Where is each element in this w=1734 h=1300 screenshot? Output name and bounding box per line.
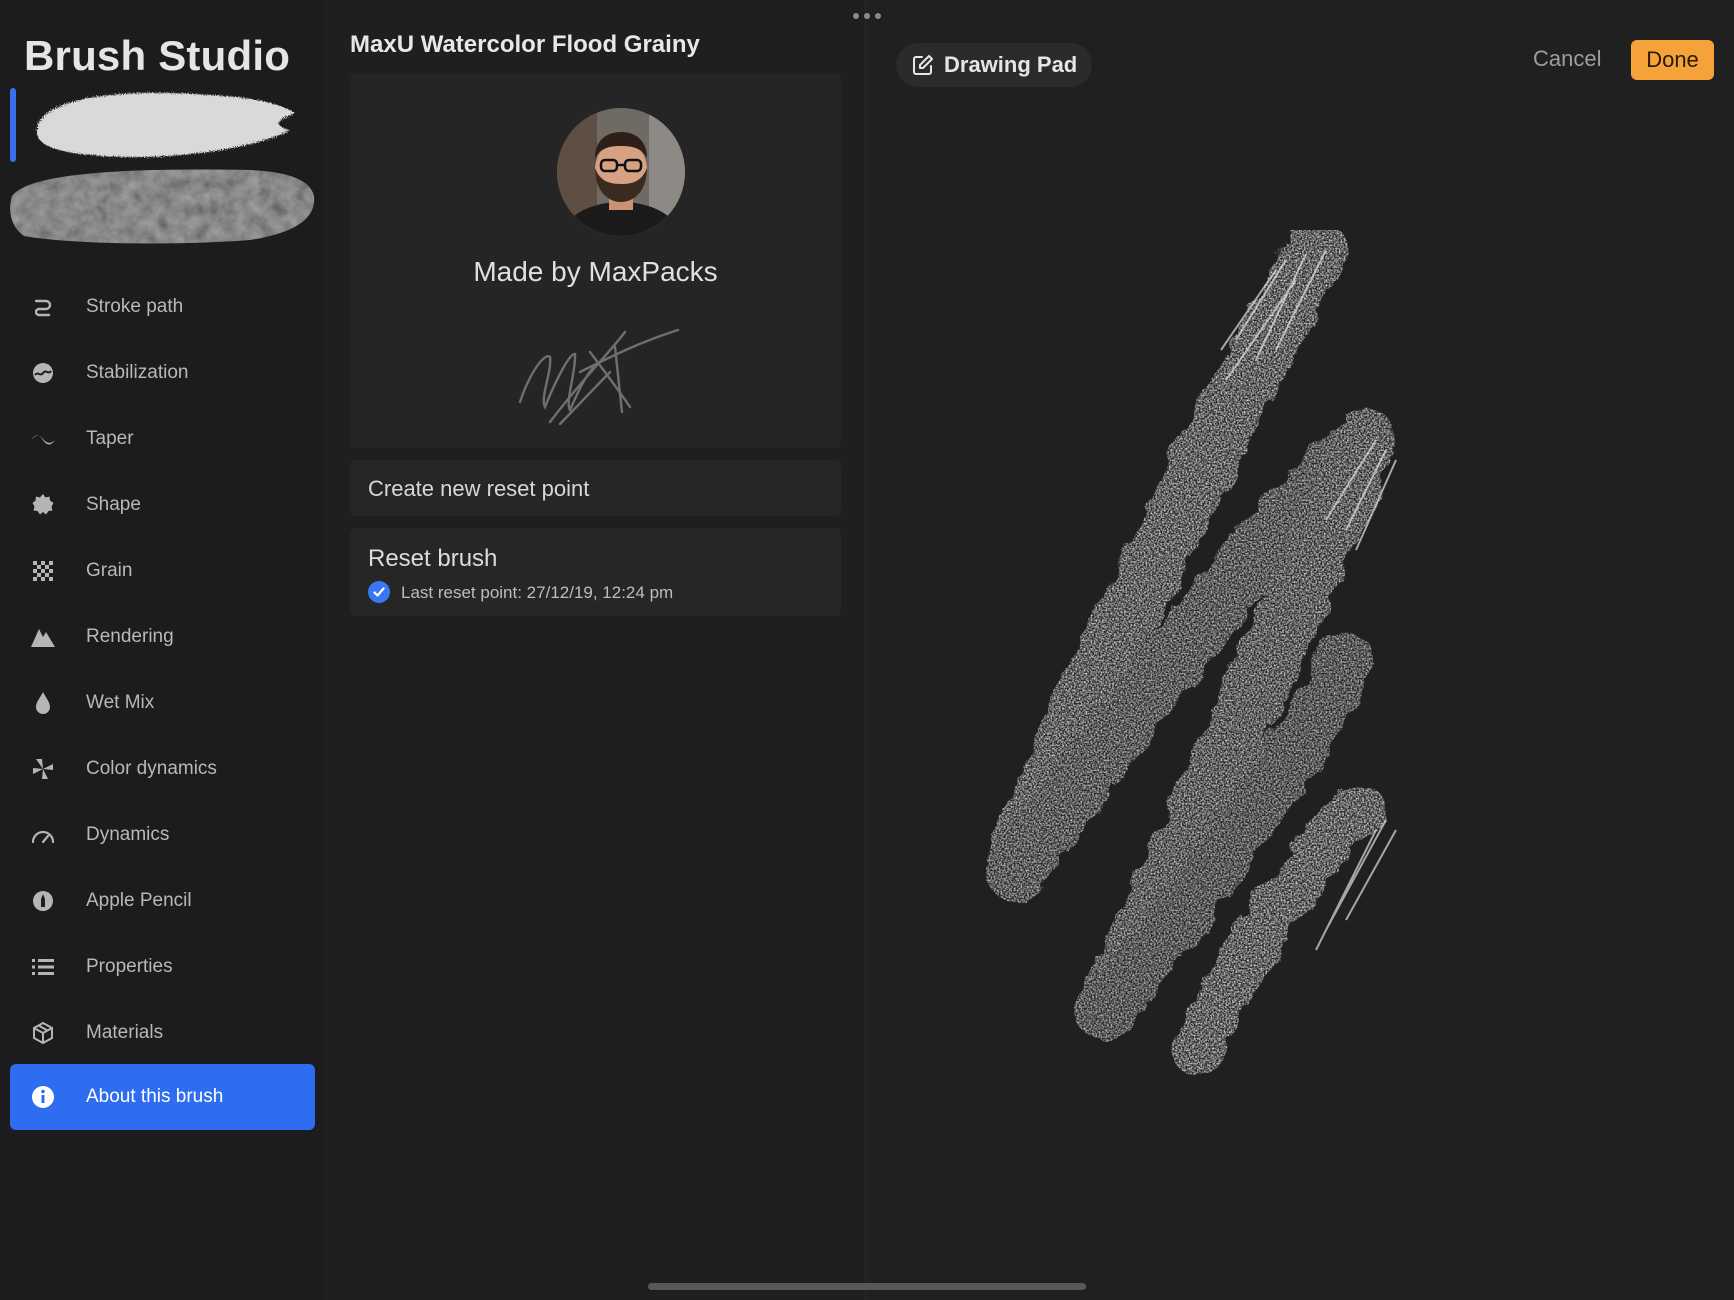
home-indicator — [648, 1283, 1086, 1290]
wet-mix-icon — [29, 689, 57, 717]
author-signature — [518, 328, 680, 426]
sidebar-item-wet-mix[interactable]: Wet Mix — [10, 670, 315, 736]
sidebar-item-rendering[interactable]: Rendering — [10, 604, 315, 670]
sidebar-item-label: Apple Pencil — [86, 890, 192, 911]
sidebar-item-label: About this brush — [86, 1086, 224, 1107]
sidebar-item-taper[interactable]: Taper — [10, 406, 315, 472]
sidebar-item-label: Dynamics — [86, 824, 170, 845]
dynamics-icon — [29, 821, 57, 849]
sidebar-item-label: Grain — [86, 560, 133, 581]
done-button[interactable]: Done — [1631, 40, 1714, 80]
sidebar-item-label: Shape — [86, 494, 141, 515]
create-reset-point-label: Create new reset point — [368, 476, 590, 501]
app-title: Brush Studio — [24, 32, 291, 79]
sidebar-item-label: Rendering — [86, 626, 174, 647]
cancel-button[interactable]: Cancel — [1533, 46, 1601, 72]
more-options-icon[interactable] — [853, 10, 881, 22]
grain-icon — [29, 557, 57, 585]
sidebar-item-label: Taper — [86, 428, 134, 449]
stroke-path-icon — [29, 293, 57, 321]
sidebar-item-materials[interactable]: Materials — [10, 1000, 315, 1066]
create-reset-point-button[interactable]: Create new reset point — [350, 460, 841, 516]
sidebar-item-dynamics[interactable]: Dynamics — [10, 802, 315, 868]
author-credit: Made by MaxPacks — [473, 256, 718, 287]
rendering-icon — [29, 623, 57, 651]
last-reset-point-text: Last reset point: 27/12/19, 12:24 pm — [401, 583, 674, 602]
author-card: Made by MaxPacks — [350, 74, 841, 448]
stabilization-icon — [29, 359, 57, 387]
reset-brush-button[interactable]: Reset brush Last reset point: 27/12/19, … — [350, 528, 841, 616]
taper-icon — [29, 425, 57, 453]
checkmark-icon — [368, 581, 390, 603]
brush-studio-window: Brush Studio Stroke path Stabilization T… — [0, 0, 1734, 1300]
sidebar-item-label: Properties — [86, 956, 173, 977]
sidebar-item-stabilization[interactable]: Stabilization — [10, 340, 315, 406]
apple-pencil-icon — [29, 887, 57, 915]
sidebar-item-label: Color dynamics — [86, 758, 217, 779]
materials-icon — [29, 1019, 57, 1047]
drawing-pad[interactable]: Drawing Pad Cancel Done — [866, 0, 1734, 1300]
sidebar-item-stroke-path[interactable]: Stroke path — [10, 274, 315, 340]
sidebar-item-label: Wet Mix — [86, 692, 155, 713]
brush-preview-light[interactable] — [10, 85, 316, 163]
sidebar: Brush Studio Stroke path Stabilization T… — [0, 0, 324, 1300]
sidebar-item-label: Stabilization — [86, 362, 189, 383]
sidebar-item-about-this-brush[interactable]: About this brush — [10, 1064, 315, 1130]
drawing-pad-button[interactable]: Drawing Pad — [896, 43, 1092, 87]
shape-icon — [29, 491, 57, 519]
drawing-pad-label: Drawing Pad — [944, 52, 1078, 77]
properties-icon — [29, 953, 57, 981]
sidebar-item-label: Materials — [86, 1022, 164, 1043]
sidebar-item-grain[interactable]: Grain — [10, 538, 315, 604]
sidebar-item-color-dynamics[interactable]: Color dynamics — [10, 736, 315, 802]
sidebar-item-properties[interactable]: Properties — [10, 934, 315, 1000]
color-dynamics-icon — [29, 755, 57, 783]
brush-name: MaxU Watercolor Flood Grainy — [350, 31, 700, 58]
edit-icon — [913, 55, 933, 75]
brush-stroke-preview — [986, 230, 1397, 1075]
author-avatar — [557, 108, 685, 236]
sidebar-item-apple-pencil[interactable]: Apple Pencil — [10, 868, 315, 934]
reset-brush-label: Reset brush — [368, 545, 498, 572]
info-icon — [29, 1083, 57, 1111]
sidebar-item-shape[interactable]: Shape — [10, 472, 315, 538]
sidebar-item-label: Stroke path — [86, 296, 184, 317]
about-panel: MaxU Watercolor Flood Grainy Made by Max… — [324, 0, 865, 1300]
brush-preview-grain[interactable] — [10, 166, 316, 244]
